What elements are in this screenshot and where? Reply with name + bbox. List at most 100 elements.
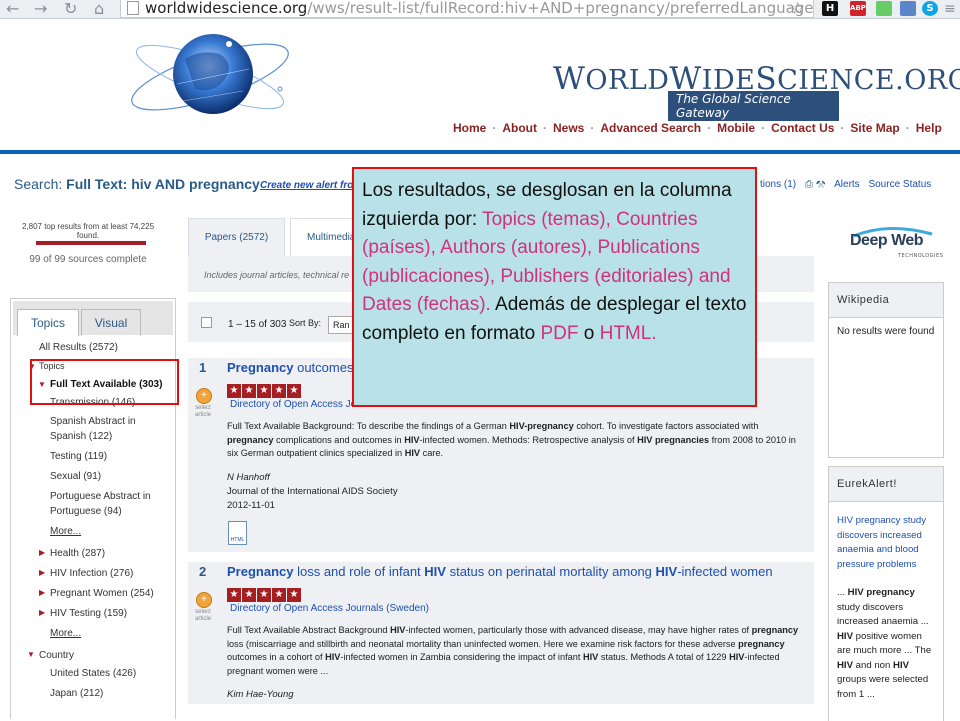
nav-separator: · bbox=[761, 121, 766, 135]
nav-separator: · bbox=[707, 121, 712, 135]
sources-complete-text: 99 of 99 sources complete bbox=[29, 254, 147, 265]
facet-tabs: Topics Visual bbox=[13, 301, 173, 336]
result-date: 2012-11-01 bbox=[227, 500, 275, 511]
nav-link-help[interactable]: Help bbox=[916, 121, 942, 135]
bookmark-star-icon[interactable]: ☆ bbox=[790, 0, 805, 19]
tab-papers[interactable]: Papers (2572) bbox=[188, 218, 285, 258]
star-icon: ★ bbox=[242, 588, 256, 602]
facet-testing[interactable]: Testing (119) bbox=[50, 451, 107, 462]
highlight-box bbox=[30, 359, 179, 405]
source-status-link[interactable]: Source Status bbox=[868, 179, 931, 190]
nav-link-site-map[interactable]: Site Map bbox=[850, 121, 899, 135]
select-article-label: select article bbox=[194, 609, 211, 622]
create-alert-link[interactable]: Create new alert from bbox=[260, 180, 362, 191]
facet-us[interactable]: United States (426) bbox=[50, 668, 136, 679]
result-journal: Journal of the International AIDS Societ… bbox=[227, 486, 398, 497]
address-bar[interactable]: worldwidescience.org/wws/result-list/ful… bbox=[120, 0, 814, 18]
result-toolbar: tions (1) ⎙ ⚒ Alerts Source Status bbox=[760, 179, 931, 190]
nav-link-advanced-search[interactable]: Advanced Search bbox=[600, 121, 701, 135]
rating-stars: ★ ★ ★ ★ ★ bbox=[227, 584, 302, 602]
widget-title: EurekAlert! bbox=[829, 467, 943, 502]
star-icon: ★ bbox=[257, 588, 271, 602]
result-source-link[interactable]: Directory of Open Access Jo bbox=[230, 399, 356, 410]
adblock-icon[interactable]: ABP bbox=[850, 1, 866, 16]
nav-link-news[interactable]: News bbox=[553, 121, 584, 135]
select-article-icon[interactable]: + bbox=[196, 388, 212, 404]
result-title-link[interactable]: Pregnancy loss and role of infant HIV st… bbox=[227, 564, 773, 579]
facet-more-link[interactable]: More... bbox=[50, 628, 81, 639]
alerts-link[interactable]: Alerts bbox=[834, 179, 860, 190]
result-number: 1 bbox=[199, 360, 207, 375]
tab-visual[interactable]: Visual bbox=[81, 309, 141, 336]
collapsed-arrow-icon[interactable]: ▶ bbox=[39, 568, 45, 577]
print-icon[interactable]: ⎙ bbox=[805, 179, 813, 190]
nav-link-mobile[interactable]: Mobile bbox=[717, 121, 755, 135]
html-file-icon[interactable] bbox=[228, 521, 247, 545]
results-count: 1 – 15 of 303 bbox=[228, 319, 287, 330]
collapsed-arrow-icon[interactable]: ▶ bbox=[39, 548, 45, 557]
nav-separator: · bbox=[905, 121, 910, 135]
facet-all-results[interactable]: All Results (2572) bbox=[39, 342, 118, 353]
select-all-checkbox[interactable] bbox=[201, 317, 212, 328]
facet-spanish-1[interactable]: Spanish Abstract in bbox=[50, 416, 136, 427]
result-abstract: Full Text Available Background: To descr… bbox=[227, 421, 796, 458]
browser-toolbar: ← → ↻ ⌂ worldwidescience.org/wws/result-… bbox=[0, 0, 960, 19]
results-found-text: 2,807 top results from at least 74,225 f… bbox=[21, 222, 155, 240]
nav-link-about[interactable]: About bbox=[502, 121, 537, 135]
news-link[interactable]: HIV pregnancy study discovers increased … bbox=[837, 514, 935, 572]
home-icon[interactable]: ⌂ bbox=[94, 0, 104, 18]
star-icon: ★ bbox=[272, 588, 286, 602]
expanded-arrow-icon[interactable]: ▼ bbox=[27, 650, 35, 659]
facet-sexual[interactable]: Sexual (91) bbox=[50, 471, 101, 482]
facet-japan[interactable]: Japan (212) bbox=[50, 688, 103, 699]
nav-separator: · bbox=[543, 121, 547, 135]
annotation-callout: Los resultados, se desglosan en la colum… bbox=[352, 167, 757, 407]
page-icon bbox=[127, 1, 139, 15]
tab-topics[interactable]: Topics bbox=[17, 309, 79, 336]
nav-link-home[interactable]: Home bbox=[453, 121, 486, 135]
url-host: worldwidescience.org bbox=[145, 0, 308, 17]
facet-more-link[interactable]: More... bbox=[50, 526, 81, 537]
nav-link-contact-us[interactable]: Contact Us bbox=[771, 121, 834, 135]
facet-hiv-infection[interactable]: HIV Infection (276) bbox=[50, 568, 133, 579]
facet-spanish-2[interactable]: Spanish (122) bbox=[50, 431, 112, 442]
back-icon[interactable]: ← bbox=[6, 0, 19, 18]
facet-health[interactable]: Health (287) bbox=[50, 548, 105, 559]
reload-icon[interactable]: ↻ bbox=[64, 0, 77, 18]
wikipedia-widget: Wikipedia No results were found bbox=[828, 282, 944, 458]
result-title-link[interactable]: Pregnancy outcomes i bbox=[227, 360, 360, 375]
url-path: /wws/result-list/fullRecord:hiv+AND+preg… bbox=[307, 0, 814, 17]
select-article-icon[interactable]: + bbox=[196, 592, 212, 608]
star-icon: ★ bbox=[227, 588, 241, 602]
eurekalert-widget: EurekAlert! HIV pregnancy study discover… bbox=[828, 466, 944, 721]
result-author: N Hanhoff bbox=[227, 472, 270, 483]
menu-icon[interactable]: ≡ bbox=[944, 0, 956, 18]
result-source-link[interactable]: Directory of Open Access Journals (Swede… bbox=[230, 603, 429, 614]
facet-hiv-testing[interactable]: HIV Testing (159) bbox=[50, 608, 127, 619]
tools-icon[interactable]: ⚒ bbox=[816, 179, 826, 190]
collapsed-arrow-icon[interactable]: ▶ bbox=[39, 588, 45, 597]
globe-logo-icon bbox=[131, 34, 289, 114]
deep-web-logo[interactable]: Deep Web TECHNOLOGIES bbox=[848, 226, 943, 264]
result-abstract: Full Text Available Abstract Background … bbox=[227, 625, 799, 676]
forward-icon[interactable]: → bbox=[34, 0, 47, 18]
facet-portuguese-2[interactable]: Portuguese (94) bbox=[50, 506, 122, 517]
star-icon: ★ bbox=[257, 384, 271, 398]
top-navigation: Home · About · News · Advanced Search · Mobile · C… bbox=[453, 121, 942, 135]
widget-body: No results were found bbox=[837, 326, 935, 337]
facet-portuguese-1[interactable]: Portuguese Abstract in bbox=[50, 491, 151, 502]
search-label: Search: bbox=[14, 176, 63, 192]
actions-link[interactable]: tions (1) bbox=[760, 179, 796, 190]
skype-icon[interactable]: S bbox=[922, 1, 938, 16]
extension-green-icon[interactable] bbox=[876, 1, 892, 16]
result-number: 2 bbox=[199, 564, 207, 579]
rating-stars: ★ ★ ★ ★ ★ bbox=[227, 380, 302, 398]
widget-body: HIV pregnancy study discovers increased … bbox=[829, 502, 943, 714]
extension-blue-icon[interactable] bbox=[900, 1, 916, 16]
search-query: Full Text: hiv AND pregnancy bbox=[66, 176, 260, 192]
star-icon: ★ bbox=[227, 384, 241, 398]
facet-pregnant-women[interactable]: Pregnant Women (254) bbox=[50, 588, 154, 599]
extension-h-icon[interactable]: H bbox=[822, 1, 838, 16]
nav-separator: · bbox=[840, 121, 845, 135]
collapsed-arrow-icon[interactable]: ▶ bbox=[39, 608, 45, 617]
